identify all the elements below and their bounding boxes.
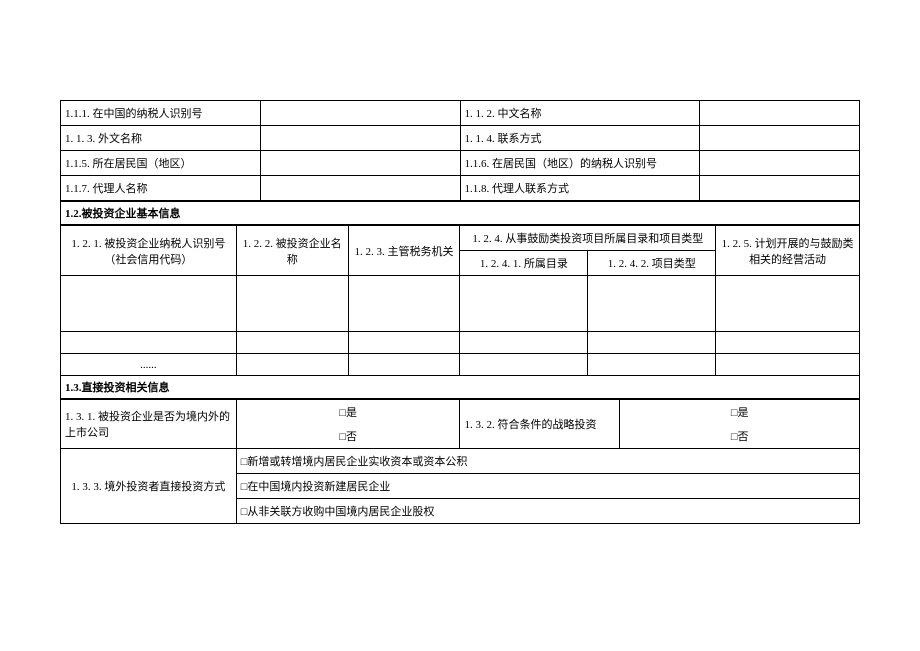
field-1-1-7-value[interactable] [260, 176, 460, 201]
table-cell[interactable] [588, 332, 716, 354]
field-1-1-1-label: 1.1.1. 在中国的纳税人识别号 [61, 101, 261, 126]
checkbox-1-3-3-opt3[interactable]: □从非关联方收购中国境内居民企业股权 [236, 499, 859, 524]
field-1-1-3-value[interactable] [260, 126, 460, 151]
field-1-1-5-value[interactable] [260, 151, 460, 176]
col-1-2-3: 1. 2. 3. 主管税务机关 [348, 226, 460, 276]
checkbox-1-3-2-no[interactable]: □否 [620, 424, 860, 449]
field-1-1-6-value[interactable] [700, 151, 860, 176]
table-cell[interactable] [460, 332, 588, 354]
table-cell[interactable] [236, 332, 348, 354]
table-cell[interactable] [348, 276, 460, 332]
table-cell[interactable] [460, 354, 588, 376]
field-1-1-5-label: 1.1.5. 所在居民国（地区） [61, 151, 261, 176]
checkbox-1-3-1-yes[interactable]: □是 [236, 400, 460, 425]
col-1-2-4-1: 1. 2. 4. 1. 所属目录 [460, 251, 588, 276]
col-1-2-5: 1. 2. 5. 计划开展的与鼓励类相关的经营活动 [716, 226, 860, 276]
section-1-2-title: 1.2.被投资企业基本信息 [60, 201, 860, 225]
checkbox-1-3-3-opt1[interactable]: □新增或转增境内居民企业实收资本或资本公积 [236, 449, 859, 474]
col-1-2-2: 1. 2. 2. 被投资企业名称 [236, 226, 348, 276]
table-cell[interactable] [348, 354, 460, 376]
form-container: 1.1.1. 在中国的纳税人识别号 1. 1. 2. 中文名称 1. 1. 3.… [60, 100, 860, 524]
checkbox-1-3-2-yes[interactable]: □是 [620, 400, 860, 425]
field-1-1-4-label: 1. 1. 4. 联系方式 [460, 126, 700, 151]
field-1-1-4-value[interactable] [700, 126, 860, 151]
table-cell[interactable] [236, 354, 348, 376]
col-1-2-1: 1. 2. 1. 被投资企业纳税人识别号（社会信用代码） [61, 226, 237, 276]
table-cell[interactable] [236, 276, 348, 332]
field-1-3-2-label: 1. 3. 2. 符合条件的战略投资 [460, 400, 620, 449]
field-1-3-3-label: 1. 3. 3. 境外投资者直接投资方式 [61, 449, 237, 524]
field-1-1-2-label: 1. 1. 2. 中文名称 [460, 101, 700, 126]
field-1-1-8-value[interactable] [700, 176, 860, 201]
table-cell[interactable] [716, 332, 860, 354]
field-1-1-8-label: 1.1.8. 代理人联系方式 [460, 176, 700, 201]
checkbox-1-3-3-opt2[interactable]: □在中国境内投资新建居民企业 [236, 474, 859, 499]
section-1-table: 1.1.1. 在中国的纳税人识别号 1. 1. 2. 中文名称 1. 1. 3.… [60, 100, 860, 201]
table-cell[interactable] [716, 354, 860, 376]
table-cell[interactable] [588, 276, 716, 332]
field-1-1-7-label: 1.1.7. 代理人名称 [61, 176, 261, 201]
section-2-table: 1. 2. 1. 被投资企业纳税人识别号（社会信用代码） 1. 2. 2. 被投… [60, 225, 860, 376]
field-1-1-6-label: 1.1.6. 在居民国（地区）的纳税人识别号 [460, 151, 700, 176]
section-1-3-title: 1.3.直接投资相关信息 [60, 376, 860, 399]
table-cell[interactable] [61, 276, 237, 332]
table-cell[interactable] [348, 332, 460, 354]
field-1-1-1-value[interactable] [260, 101, 460, 126]
checkbox-1-3-1-no[interactable]: □否 [236, 424, 460, 449]
section-3-table: 1. 3. 1. 被投资企业是否为境内外的上市公司 □是 1. 3. 2. 符合… [60, 399, 860, 524]
field-1-3-1-label: 1. 3. 1. 被投资企业是否为境内外的上市公司 [61, 400, 237, 449]
table-cell[interactable] [61, 332, 237, 354]
table-cell[interactable] [716, 276, 860, 332]
table-cell[interactable] [588, 354, 716, 376]
table-cell[interactable] [460, 276, 588, 332]
field-1-1-2-value[interactable] [700, 101, 860, 126]
col-1-2-4-2: 1. 2. 4. 2. 项目类型 [588, 251, 716, 276]
ellipsis-cell: ...... [61, 354, 237, 376]
col-1-2-4: 1. 2. 4. 从事鼓励类投资项目所属目录和项目类型 [460, 226, 716, 251]
field-1-1-3-label: 1. 1. 3. 外文名称 [61, 126, 261, 151]
